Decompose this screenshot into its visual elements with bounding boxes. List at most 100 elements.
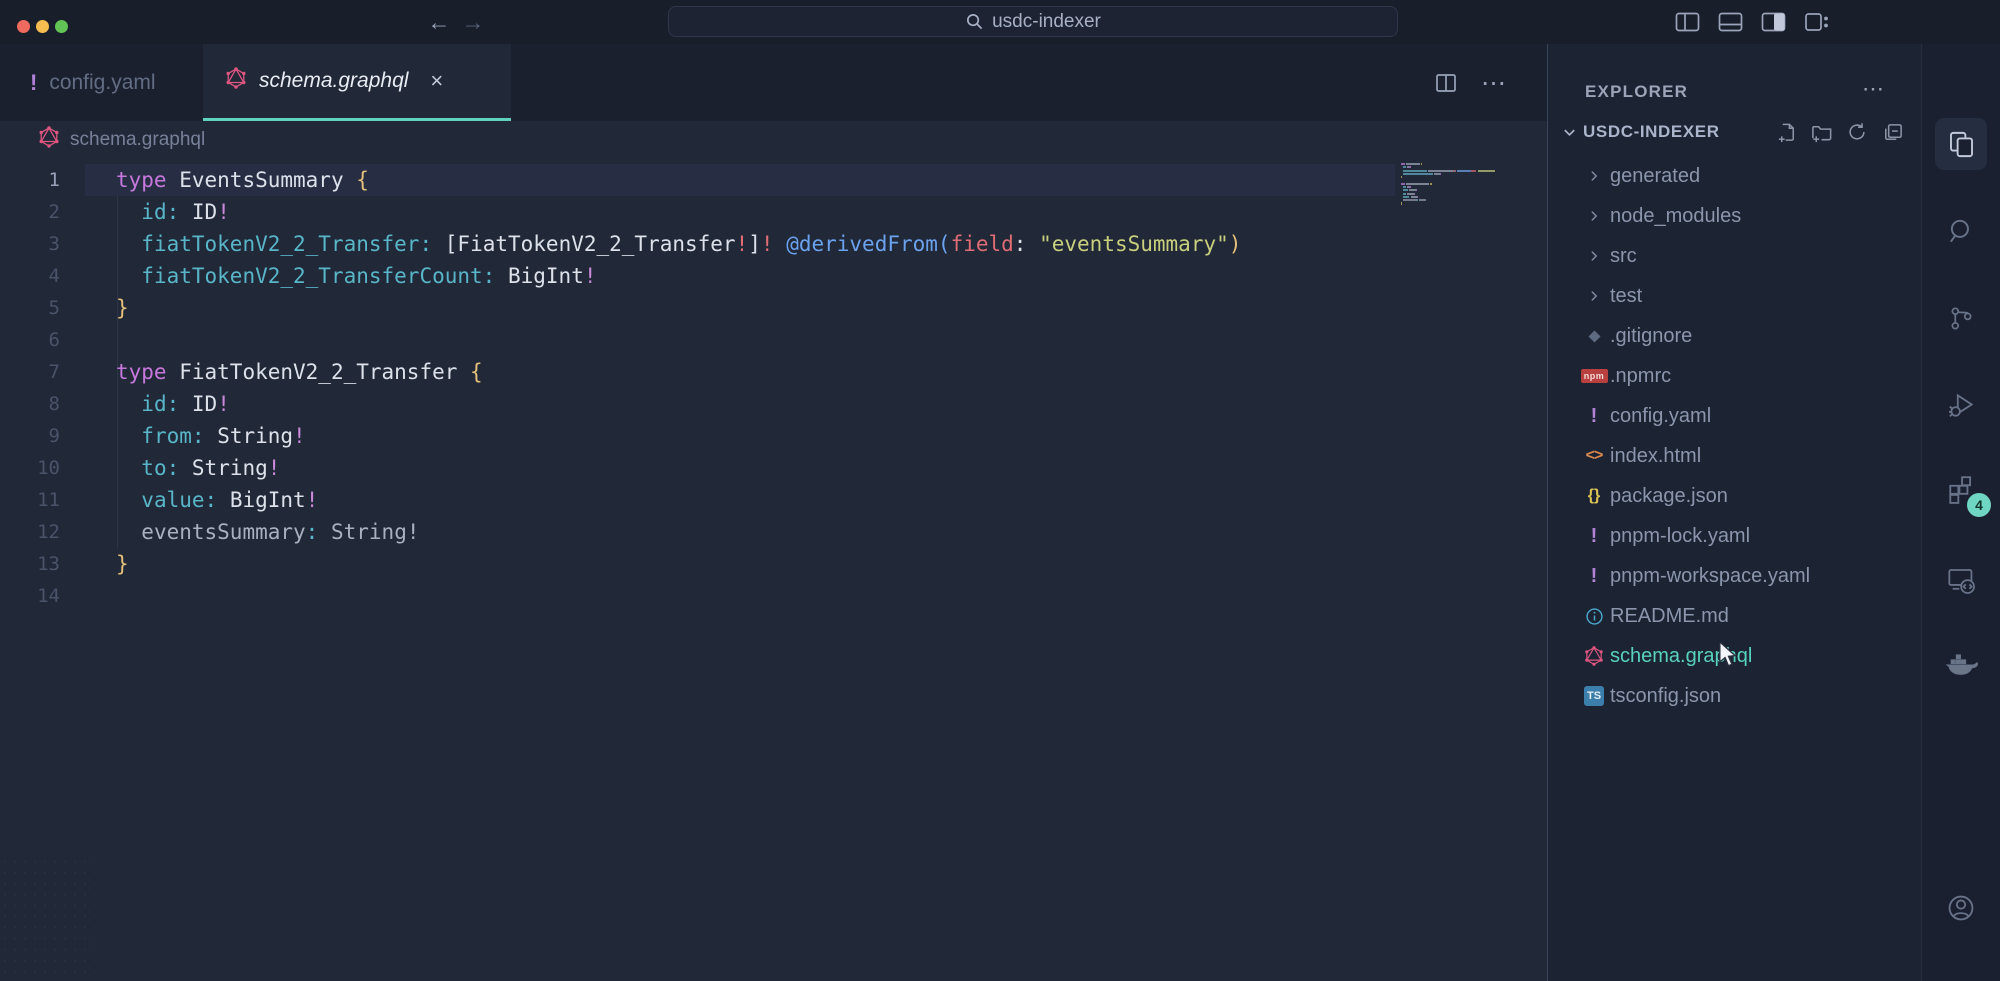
graphql-icon [1584,646,1604,666]
tree-item-label: node_modules [1610,205,1741,228]
tab-config-yaml[interactable]: ! config.yaml [8,44,203,121]
minimap-line [1401,193,1529,195]
breadcrumb-label: schema.graphql [70,129,205,151]
tab-label: config.yaml [49,71,155,95]
tree-item-readme-md[interactable]: README.md [1548,596,1921,636]
tree-item-label: tsconfig.json [1610,685,1721,708]
minimap-line [1401,199,1529,201]
folder-chevron-icon [1587,249,1601,263]
npm-icon: npm [1581,369,1608,383]
code-line-12[interactable]: eventsSummary: String! [116,516,1241,548]
extensions-icon[interactable]: 4 [1935,463,1987,515]
code-content: type EventsSummary { id: ID! fiatTokenV2… [116,164,1241,612]
split-editor-icon[interactable] [1433,70,1459,96]
code-line-6[interactable] [116,324,1241,356]
line-number: 2 [0,196,60,228]
tree-item--npmrc[interactable]: npm .npmrc [1548,356,1921,396]
toggle-bottom-panel-icon[interactable] [1715,8,1745,35]
tree-item-generated[interactable]: generated [1548,156,1921,196]
tree-item-label: index.html [1610,445,1701,468]
vscode-window: ← → usdc-indexer ! config.yaml schema.gr… [0,0,2000,981]
explorer-more-icon[interactable]: ⋯ [1862,76,1885,102]
tree-item-config-yaml[interactable]: ! config.yaml [1548,396,1921,436]
traffic-lights [17,20,68,33]
code-line-7[interactable]: type FiatTokenV2_2_Transfer { [116,356,1241,388]
minimap[interactable] [1401,163,1529,209]
tree-item-index-html[interactable]: <> index.html [1548,436,1921,476]
tree-item-src[interactable]: src [1548,236,1921,276]
code-line-11[interactable]: value: BigInt! [116,484,1241,516]
folder-chevron-icon [1587,169,1601,183]
folder-chevron-icon [1587,289,1601,303]
code-line-14[interactable] [116,580,1241,612]
remote-explorer-icon[interactable] [1935,554,1987,606]
line-number: 4 [0,260,60,292]
line-number: 9 [0,420,60,452]
tree-item-test[interactable]: test [1548,276,1921,316]
close-window-button[interactable] [17,20,30,33]
code-line-2[interactable]: id: ID! [116,196,1241,228]
explorer-icon[interactable] [1935,118,1987,170]
tree-item-node-modules[interactable]: node_modules [1548,196,1921,236]
new-file-icon[interactable] [1774,119,1800,145]
tree-item-label: generated [1610,165,1700,188]
code-line-3[interactable]: fiatTokenV2_2_Transfer: [FiatTokenV2_2_T… [116,228,1241,260]
code-line-10[interactable]: to: String! [116,452,1241,484]
code-line-4[interactable]: fiatTokenV2_2_TransferCount: BigInt! [116,260,1241,292]
minimap-line [1401,202,1529,204]
explorer-sidebar: EXPLORER ⋯ USDC-INDEXER generated node_m… [1548,44,1921,981]
line-number: 1 [0,164,60,196]
tree-item-tsconfig-json[interactable]: TS tsconfig.json [1548,676,1921,716]
code-line-13[interactable]: } [116,548,1241,580]
new-folder-icon[interactable] [1809,119,1835,145]
command-center-search[interactable]: usdc-indexer [668,6,1398,37]
search-icon[interactable] [1935,205,1987,257]
code-editor[interactable]: 1234567891011121314 type EventsSummary {… [0,159,1547,981]
line-number: 5 [0,292,60,324]
docker-icon[interactable] [1935,638,1987,690]
maximize-window-button[interactable] [55,20,68,33]
close-tab-icon[interactable]: × [430,68,443,94]
tree-item-label: pnpm-workspace.yaml [1610,565,1810,588]
yaml-warning-icon: ! [1591,405,1598,428]
line-number: 7 [0,356,60,388]
forward-arrow-icon[interactable]: → [458,8,488,36]
toggle-right-panel-icon[interactable] [1758,8,1788,35]
customize-layout-icon[interactable] [1801,8,1831,35]
run-debug-icon[interactable] [1935,379,1987,431]
minimize-window-button[interactable] [36,20,49,33]
code-line-5[interactable]: } [116,292,1241,324]
tree-item-label: package.json [1610,485,1728,508]
minimap-line [1401,186,1529,188]
tree-item-pnpm-workspace-yaml[interactable]: ! pnpm-workspace.yaml [1548,556,1921,596]
line-number: 14 [0,580,60,612]
minimap-line [1401,176,1529,178]
breadcrumb[interactable]: schema.graphql [0,121,1547,159]
line-number-gutter: 1234567891011121314 [0,164,60,612]
minimap-line [1401,183,1529,185]
code-line-8[interactable]: id: ID! [116,388,1241,420]
html-icon: <> [1586,447,1603,465]
code-line-9[interactable]: from: String! [116,420,1241,452]
code-line-1[interactable]: type EventsSummary { [116,164,1241,196]
tab-schema-graphql[interactable]: schema.graphql × [203,44,511,121]
toggle-left-panel-icon[interactable] [1672,8,1702,35]
collapse-all-icon[interactable] [1879,119,1905,145]
refresh-icon[interactable] [1844,119,1870,145]
typescript-icon: TS [1584,686,1604,706]
tree-item-package-json[interactable]: {} package.json [1548,476,1921,516]
more-actions-icon[interactable]: ⋯ [1481,68,1507,98]
json-icon: {} [1588,487,1600,505]
project-section-header[interactable]: USDC-INDEXER [1548,108,1921,156]
tab-label: schema.graphql [259,69,408,93]
info-icon [1585,607,1604,626]
minimap-line [1401,163,1529,165]
tree-item--gitignore[interactable]: .gitignore [1548,316,1921,356]
tree-item-pnpm-lock-yaml[interactable]: ! pnpm-lock.yaml [1548,516,1921,556]
back-arrow-icon[interactable]: ← [424,8,454,36]
magnifier-icon [965,12,984,31]
tree-item-label: .npmrc [1610,365,1671,388]
account-icon[interactable] [1935,882,1987,934]
minimap-line [1401,173,1529,175]
source-control-icon[interactable] [1935,292,1987,344]
